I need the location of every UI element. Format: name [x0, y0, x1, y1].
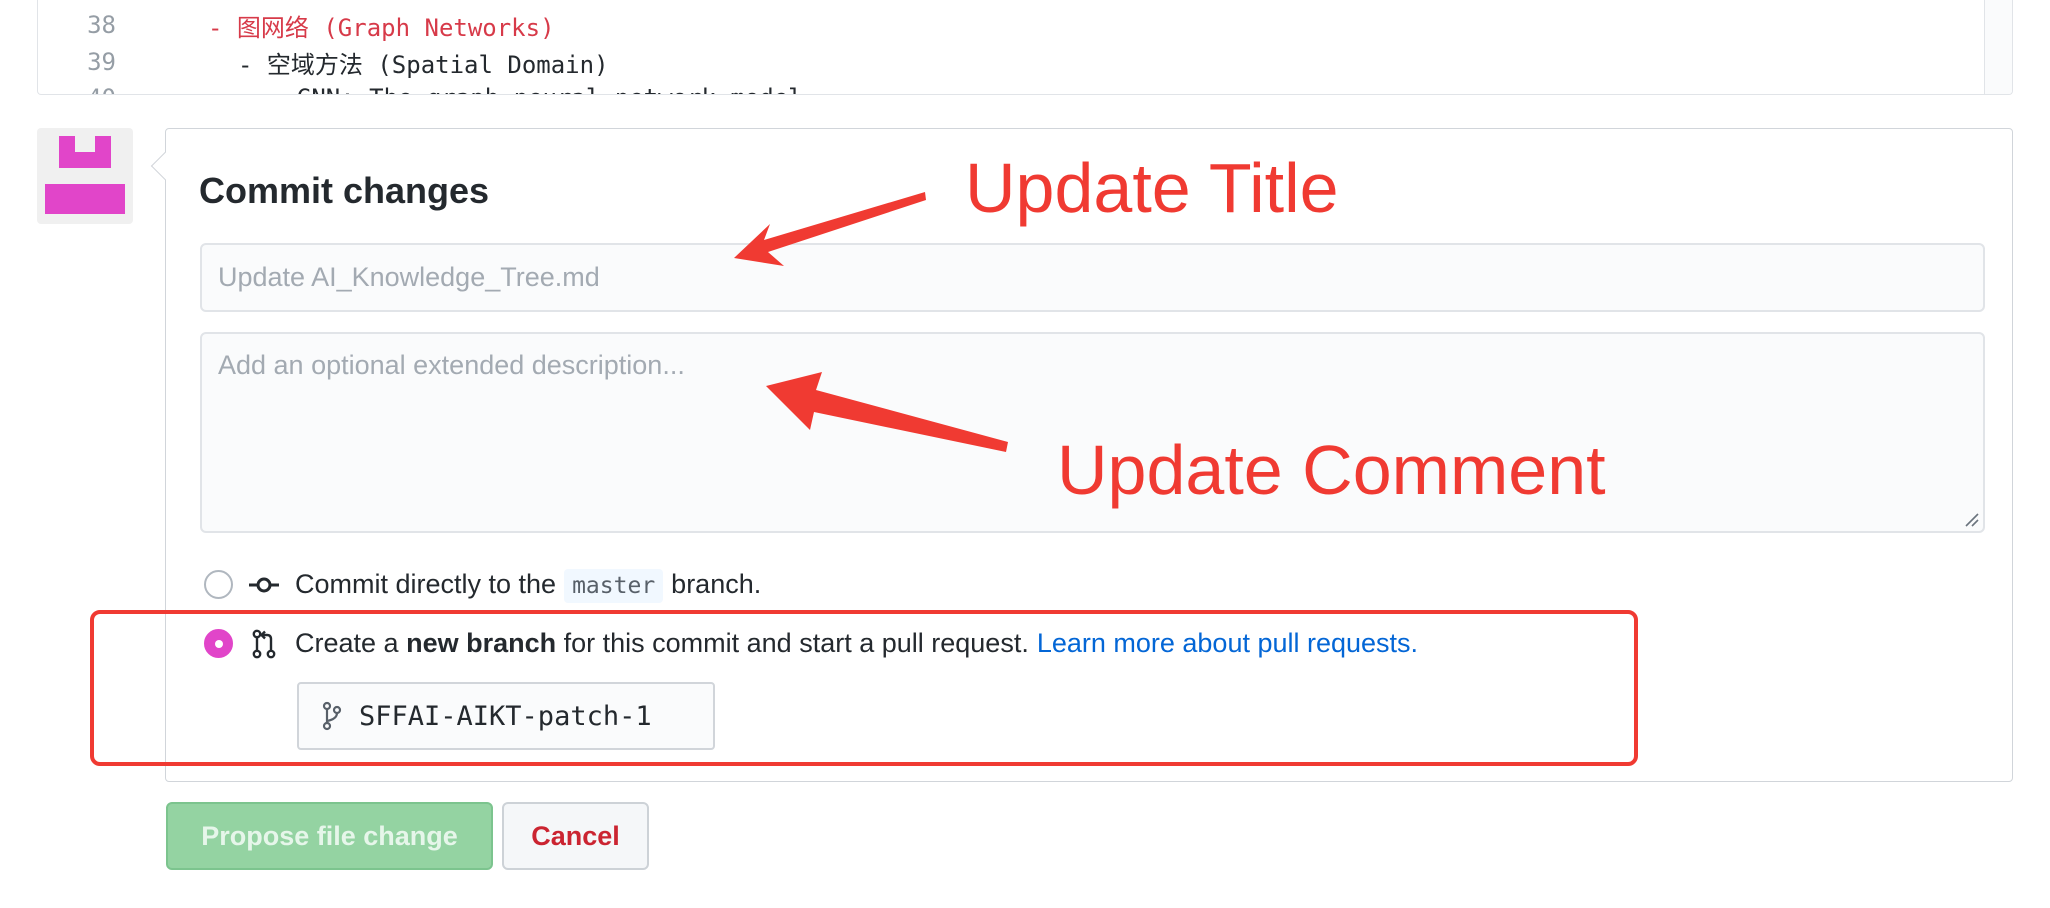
line-text: - GNN: The graph neural network model	[268, 84, 803, 94]
update-title-annotation: Update Title	[965, 149, 1339, 227]
master-branch-name: master	[564, 569, 664, 603]
code-line: 38 - 图网络 (Graph Networks)	[38, 7, 555, 43]
avatar-shape	[45, 184, 125, 214]
highlight-box-annotation	[90, 610, 1638, 766]
git-commit-icon	[249, 577, 279, 592]
editor-scrollbar[interactable]	[1984, 0, 2012, 94]
commit-direct-radio[interactable]	[204, 570, 233, 599]
code-line: 39 - 空域方法 (Spatial Domain)	[38, 44, 609, 80]
line-number: 38	[87, 11, 116, 39]
line-text: - 图网络 (Graph Networks)	[208, 13, 555, 42]
commit-direct-prefix: Commit directly to the	[295, 569, 557, 599]
commit-direct-label: Commit directly to the master branch.	[295, 569, 762, 603]
commit-direct-suffix: branch.	[671, 569, 762, 599]
commit-direct-option[interactable]: Commit directly to the master branch.	[204, 569, 762, 603]
code-editor: 38 - 图网络 (Graph Networks) 39 - 空域方法 (Spa…	[37, 0, 2013, 95]
update-comment-annotation: Update Comment	[1057, 431, 1606, 509]
avatar-shape	[75, 136, 95, 152]
line-number: 40	[38, 84, 116, 94]
avatar	[37, 128, 133, 224]
code-line: 40 - GNN: The graph neural network model	[38, 80, 803, 94]
line-text: - 空域方法 (Spatial Domain)	[238, 50, 609, 79]
commit-title-input[interactable]	[200, 243, 1985, 312]
resize-handle-icon[interactable]	[1962, 510, 1980, 528]
propose-file-change-button[interactable]: Propose file change	[166, 802, 493, 870]
line-number: 39	[87, 48, 116, 76]
commit-panel-title: Commit changes	[199, 170, 490, 211]
cancel-button[interactable]: Cancel	[502, 802, 649, 870]
